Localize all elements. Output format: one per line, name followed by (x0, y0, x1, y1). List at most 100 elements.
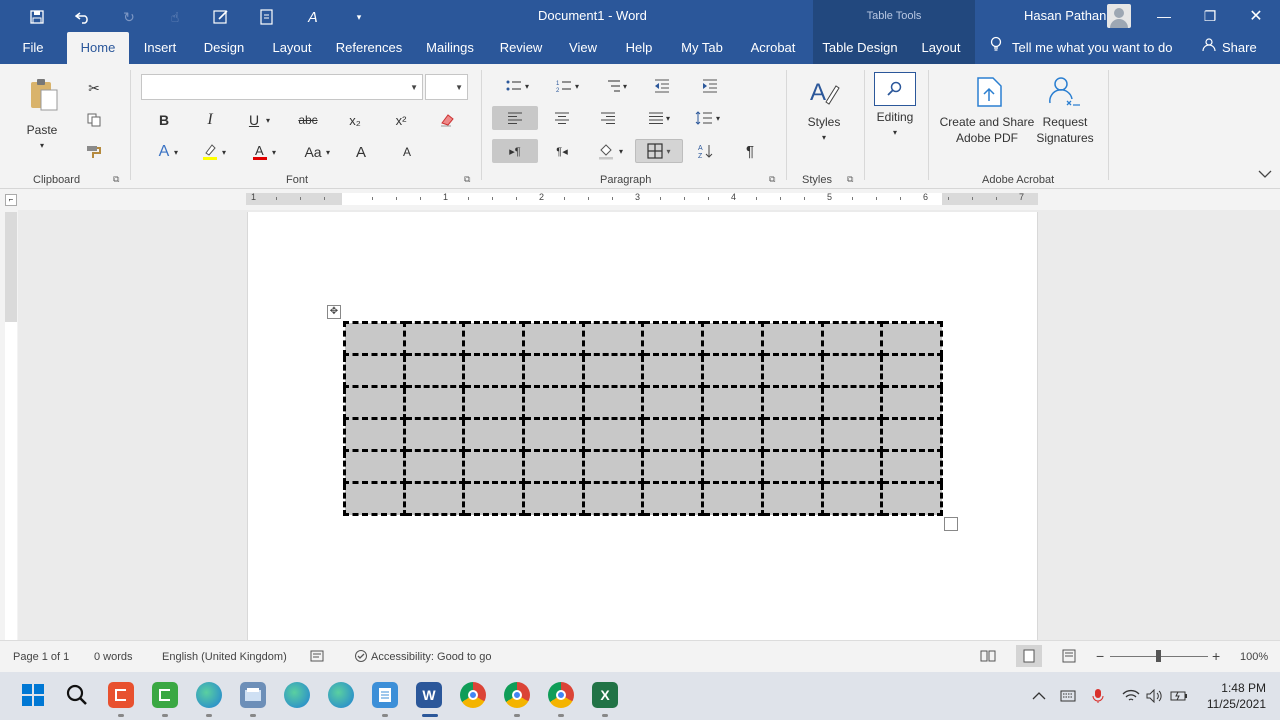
table-cell[interactable] (820, 449, 884, 484)
avatar[interactable] (1107, 4, 1131, 28)
table-move-handle-icon[interactable]: ✥ (327, 305, 341, 319)
table-cell[interactable] (760, 321, 824, 356)
paste-button[interactable]: Paste (20, 122, 64, 138)
font-size-combobox[interactable]: ▼ (425, 74, 468, 100)
show-hidden-icons[interactable] (1032, 672, 1046, 720)
table-cell[interactable] (701, 481, 764, 516)
styles-dropdown-icon[interactable]: ▾ (818, 130, 830, 146)
page-count[interactable]: Page 1 of 1 (13, 651, 69, 663)
word-count[interactable]: 0 words (94, 651, 133, 663)
table-cell[interactable] (880, 481, 943, 516)
customize-qat-icon[interactable]: ▾ (336, 6, 382, 28)
table-cell[interactable] (641, 417, 705, 452)
restore-icon[interactable]: ❐ (1187, 0, 1233, 32)
horizontal-ruler[interactable]: 1 1 2 3 4 5 6 7 (246, 192, 1038, 205)
table-cell[interactable] (343, 353, 406, 388)
windows-start-icon[interactable] (20, 682, 46, 708)
table-cell[interactable] (820, 417, 884, 452)
table-cell[interactable] (522, 321, 585, 356)
word-app-icon[interactable]: W (416, 682, 442, 708)
table-cell[interactable] (343, 385, 406, 420)
zoom-out-button[interactable]: − (1096, 648, 1104, 664)
tab-design[interactable]: Design (197, 32, 251, 64)
styles-icon[interactable]: A (806, 74, 842, 110)
multilevel-dropdown-icon[interactable]: ▾ (619, 74, 631, 98)
table-cell[interactable] (402, 353, 466, 388)
table-cell[interactable] (522, 353, 585, 388)
vertical-ruler[interactable] (5, 212, 17, 640)
close-icon[interactable]: ✕ (1233, 0, 1279, 32)
numbering-dropdown-icon[interactable]: ▾ (571, 74, 583, 98)
table-cell[interactable] (343, 417, 406, 452)
table-cell[interactable] (402, 321, 466, 356)
battery-icon[interactable] (1170, 672, 1188, 720)
edge-browser-3-icon[interactable] (328, 682, 354, 708)
paste-icon[interactable] (26, 74, 62, 114)
tab-references[interactable]: References (333, 32, 405, 64)
tell-me-search[interactable]: Tell me what you want to do (990, 32, 1172, 64)
table-cell[interactable] (701, 353, 764, 388)
subscript-button[interactable]: x₂ (341, 108, 369, 132)
tab-view[interactable]: View (562, 32, 604, 64)
table-cell[interactable] (581, 353, 645, 388)
table-cell[interactable] (880, 417, 943, 452)
decrease-indent-icon[interactable] (648, 74, 676, 98)
table-cell[interactable] (641, 353, 705, 388)
table-cell[interactable] (820, 321, 884, 356)
table-cell[interactable] (641, 385, 705, 420)
bullets-dropdown-icon[interactable]: ▾ (521, 74, 533, 98)
table-cell[interactable] (581, 321, 645, 356)
table-cell[interactable] (462, 417, 526, 452)
highlight-dropdown-icon[interactable]: ▾ (218, 140, 230, 164)
read-mode-icon[interactable] (980, 649, 996, 666)
table-cell[interactable] (581, 417, 645, 452)
table-cell[interactable] (701, 385, 764, 420)
clear-formatting-icon[interactable] (433, 108, 461, 132)
tab-help[interactable]: Help (619, 32, 659, 64)
format-painter-icon[interactable] (80, 140, 108, 164)
chrome-2-icon[interactable] (504, 682, 530, 708)
styles-launcher-icon[interactable]: ⧉ (847, 174, 857, 184)
request-signatures-icon[interactable] (1046, 74, 1082, 110)
search-icon[interactable] (64, 682, 90, 708)
file-explorer-icon[interactable] (240, 682, 266, 708)
justify-dropdown-icon[interactable]: ▾ (662, 106, 674, 130)
app-red-icon[interactable] (108, 682, 134, 708)
cut-icon[interactable]: ✂ (80, 76, 108, 100)
table-cell[interactable] (522, 481, 585, 516)
edge-browser-icon[interactable] (196, 682, 222, 708)
touch-mode-icon[interactable]: ☝ (152, 6, 198, 28)
table-cell[interactable] (880, 321, 943, 356)
table-cell[interactable] (462, 321, 526, 356)
edit-form-icon[interactable] (198, 6, 244, 28)
zoom-level[interactable]: 100% (1240, 651, 1268, 663)
collapse-ribbon-icon[interactable] (1254, 164, 1276, 184)
system-clock[interactable]: 1:48 PM 11/25/2021 (1196, 680, 1266, 712)
font-name-combobox[interactable]: ▼ (141, 74, 423, 100)
table-cell[interactable] (462, 481, 526, 516)
underline-dropdown-icon[interactable]: ▾ (262, 108, 274, 132)
line-spacing-dropdown-icon[interactable]: ▾ (712, 106, 724, 130)
notepad-icon[interactable] (372, 682, 398, 708)
font-color-dropdown-icon[interactable]: ▾ (268, 140, 280, 164)
table-cell[interactable] (581, 385, 645, 420)
print-layout-icon[interactable] (1016, 645, 1042, 667)
sort-icon[interactable]: AZ (692, 139, 720, 163)
grow-font-button[interactable]: A (347, 140, 375, 164)
table-cell[interactable] (820, 385, 884, 420)
table-cell[interactable] (522, 449, 585, 484)
font-launcher-icon[interactable]: ⧉ (464, 174, 474, 184)
shrink-font-button[interactable]: A (393, 140, 421, 164)
table-cell[interactable] (880, 385, 943, 420)
table-resize-handle[interactable] (944, 517, 958, 531)
tab-home[interactable]: Home (67, 32, 129, 64)
app-green-icon[interactable] (152, 682, 178, 708)
chrome-icon[interactable] (460, 682, 486, 708)
show-formatting-marks-icon[interactable]: ¶ (736, 139, 764, 163)
increase-indent-icon[interactable] (696, 74, 724, 98)
editing-button[interactable]: Editing (870, 109, 920, 125)
create-pdf-icon[interactable] (972, 74, 1008, 110)
table-cell[interactable] (522, 385, 585, 420)
table-cell[interactable] (462, 385, 526, 420)
table-cell[interactable] (343, 449, 406, 484)
